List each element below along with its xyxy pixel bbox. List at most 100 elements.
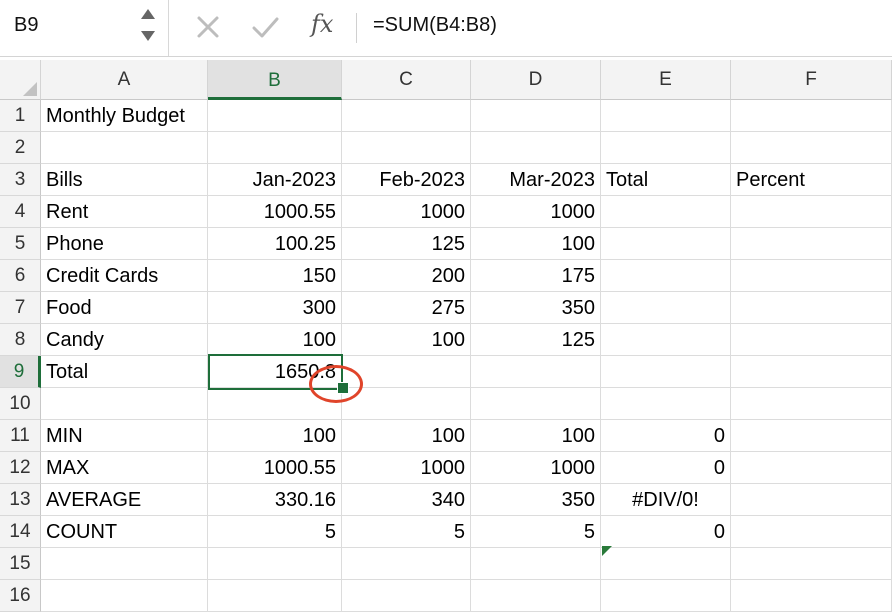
cell-f16[interactable] [731, 580, 892, 612]
cell-a10[interactable] [41, 388, 208, 420]
cell-a4[interactable]: Rent [41, 196, 208, 228]
cell-d14[interactable]: 5 [471, 516, 601, 548]
cell-e11[interactable]: 0 [601, 420, 731, 452]
cell-e13[interactable]: #DIV/0! [601, 484, 731, 516]
cell-b14[interactable]: 5 [208, 516, 342, 548]
cell-c8[interactable]: 100 [342, 324, 471, 356]
cell-d6[interactable]: 175 [471, 260, 601, 292]
cell-e4[interactable] [601, 196, 731, 228]
cell-a3[interactable]: Bills [41, 164, 208, 196]
cell-d13[interactable]: 350 [471, 484, 601, 516]
cell-b10[interactable] [208, 388, 342, 420]
formula-input[interactable]: =SUM(B4:B8) [373, 14, 497, 37]
cell-e5[interactable] [601, 228, 731, 260]
row-header-12[interactable]: 12 [0, 452, 41, 484]
cell-a16[interactable] [41, 580, 208, 612]
cell-f3[interactable]: Percent [731, 164, 892, 196]
cell-a12[interactable]: MAX [41, 452, 208, 484]
column-header-d[interactable]: D [471, 60, 601, 100]
cell-c6[interactable]: 200 [342, 260, 471, 292]
cell-f13[interactable] [731, 484, 892, 516]
cell-f1[interactable] [731, 100, 892, 132]
cell-e7[interactable] [601, 292, 731, 324]
cell-a8[interactable]: Candy [41, 324, 208, 356]
cell-b13[interactable]: 330.16 [208, 484, 342, 516]
cell-c3[interactable]: Feb-2023 [342, 164, 471, 196]
cell-b5[interactable]: 100.25 [208, 228, 342, 260]
cell-b16[interactable] [208, 580, 342, 612]
row-header-2[interactable]: 2 [0, 132, 41, 164]
function-icon[interactable]: fx [311, 10, 333, 38]
cell-f7[interactable] [731, 292, 892, 324]
column-header-b[interactable]: B [208, 60, 342, 100]
cell-a1[interactable]: Monthly Budget [41, 100, 208, 132]
cell-d9[interactable] [471, 356, 601, 388]
cell-b15[interactable] [208, 548, 342, 580]
cell-e1[interactable] [601, 100, 731, 132]
cell-f14[interactable] [731, 516, 892, 548]
cell-e14[interactable]: 0 [601, 516, 731, 548]
cell-a6[interactable]: Credit Cards [41, 260, 208, 292]
cell-e9[interactable] [601, 356, 731, 388]
cell-f15[interactable] [731, 548, 892, 580]
error-indicator-icon[interactable] [602, 546, 612, 556]
cell-b4[interactable]: 1000.55 [208, 196, 342, 228]
cell-c14[interactable]: 5 [342, 516, 471, 548]
cell-c16[interactable] [342, 580, 471, 612]
row-header-4[interactable]: 4 [0, 196, 41, 228]
cell-c5[interactable]: 125 [342, 228, 471, 260]
cell-e3[interactable]: Total [601, 164, 731, 196]
row-header-11[interactable]: 11 [0, 420, 41, 452]
cell-d10[interactable] [471, 388, 601, 420]
close-icon[interactable] [193, 12, 223, 42]
cell-c13[interactable]: 340 [342, 484, 471, 516]
cell-d12[interactable]: 1000 [471, 452, 601, 484]
cell-d7[interactable]: 350 [471, 292, 601, 324]
cell-c2[interactable] [342, 132, 471, 164]
cell-f2[interactable] [731, 132, 892, 164]
cell-f9[interactable] [731, 356, 892, 388]
cell-b12[interactable]: 1000.55 [208, 452, 342, 484]
column-header-e[interactable]: E [601, 60, 731, 100]
cell-e12[interactable]: 0 [601, 452, 731, 484]
column-header-c[interactable]: C [342, 60, 471, 100]
cell-b8[interactable]: 100 [208, 324, 342, 356]
cell-f8[interactable] [731, 324, 892, 356]
cell-d2[interactable] [471, 132, 601, 164]
cell-c12[interactable]: 1000 [342, 452, 471, 484]
cell-e8[interactable] [601, 324, 731, 356]
column-header-a[interactable]: A [41, 60, 208, 100]
row-header-14[interactable]: 14 [0, 516, 41, 548]
cell-c11[interactable]: 100 [342, 420, 471, 452]
cell-e10[interactable] [601, 388, 731, 420]
column-header-f[interactable]: F [731, 60, 892, 100]
check-icon[interactable] [250, 12, 280, 42]
cell-c4[interactable]: 1000 [342, 196, 471, 228]
cell-a11[interactable]: MIN [41, 420, 208, 452]
cell-b7[interactable]: 300 [208, 292, 342, 324]
cell-f6[interactable] [731, 260, 892, 292]
name-box[interactable]: B9 [0, 0, 169, 56]
cell-b6[interactable]: 150 [208, 260, 342, 292]
row-header-5[interactable]: 5 [0, 228, 41, 260]
cell-c10[interactable] [342, 388, 471, 420]
cell-c15[interactable] [342, 548, 471, 580]
row-header-16[interactable]: 16 [0, 580, 41, 612]
name-box-value[interactable]: B9 [14, 14, 38, 37]
cell-a14[interactable]: COUNT [41, 516, 208, 548]
row-header-15[interactable]: 15 [0, 548, 41, 580]
cell-e6[interactable] [601, 260, 731, 292]
cell-e15[interactable] [601, 548, 731, 580]
cell-e16[interactable] [601, 580, 731, 612]
cell-f5[interactable] [731, 228, 892, 260]
select-all-corner[interactable] [0, 60, 41, 100]
cell-b9[interactable]: 1650.8 [208, 356, 342, 388]
cell-f10[interactable] [731, 388, 892, 420]
cell-a13[interactable]: AVERAGE [41, 484, 208, 516]
cell-d4[interactable]: 1000 [471, 196, 601, 228]
cell-a15[interactable] [41, 548, 208, 580]
row-header-9[interactable]: 9 [0, 356, 41, 388]
chevron-up-icon[interactable] [141, 9, 155, 19]
cell-e2[interactable] [601, 132, 731, 164]
cell-b1[interactable] [208, 100, 342, 132]
